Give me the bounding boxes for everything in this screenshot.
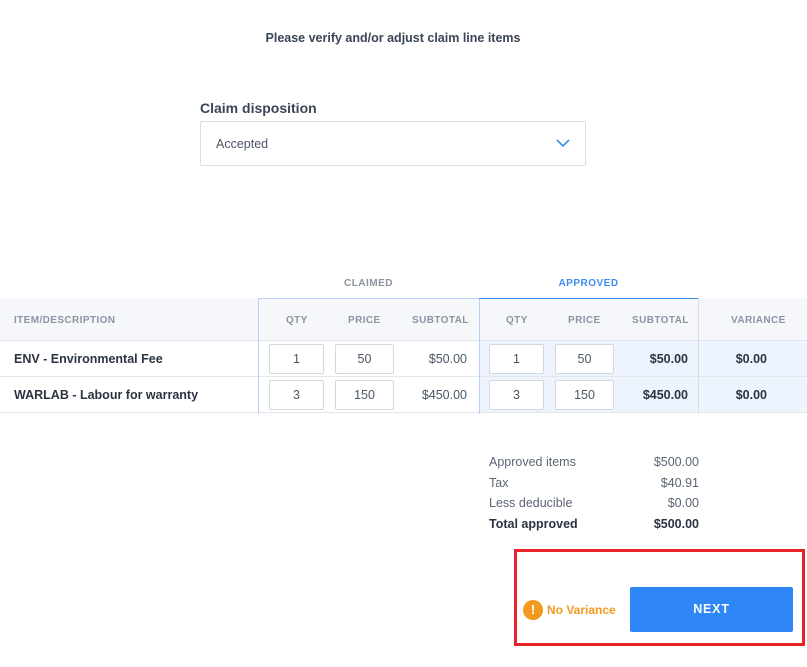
totals-amount: $0.00 xyxy=(667,496,699,511)
totals-label: Less deducible xyxy=(489,496,573,511)
variance-value: $0.00 xyxy=(735,388,767,402)
col-variance: VARIANCE xyxy=(731,315,786,326)
totals-amount: $500.00 xyxy=(653,517,699,532)
approved-price-input[interactable]: 150 xyxy=(555,380,614,410)
col-claimed-price: PRICE xyxy=(348,315,381,326)
claimed-price-input[interactable]: 150 xyxy=(335,380,394,410)
claimed-subtotal: $50.00 xyxy=(428,352,467,366)
totals-row: Tax $40.91 xyxy=(489,476,699,497)
totals-row: Approved items $500.00 xyxy=(489,455,699,476)
totals-row-total: Total approved $500.00 xyxy=(489,517,699,538)
totals-label: Approved items xyxy=(489,455,576,469)
approved-price-input[interactable]: 50 xyxy=(555,344,614,374)
claimed-price-input[interactable]: 50 xyxy=(335,344,394,374)
claim-disposition-value: Accepted xyxy=(216,137,269,151)
approved-group-label: APPROVED xyxy=(558,278,619,289)
col-claimed-qty: QTY xyxy=(286,315,308,326)
page-title: Please verify and/or adjust claim line i… xyxy=(265,31,521,45)
claimed-qty-input[interactable]: 3 xyxy=(269,380,324,410)
warning-icon: ! xyxy=(523,600,543,620)
variance-value: $0.00 xyxy=(735,352,767,366)
item-description: ENV - Environmental Fee xyxy=(14,352,163,366)
totals-amount: $40.91 xyxy=(660,475,699,490)
claimed-group-topline xyxy=(258,298,479,299)
col-approved-price: PRICE xyxy=(568,315,601,326)
claim-disposition-select[interactable]: Accepted xyxy=(200,121,586,166)
claimed-qty-input[interactable]: 1 xyxy=(269,344,324,374)
approved-qty-input[interactable]: 1 xyxy=(489,344,544,374)
table-row: WARLAB - Labour for warranty 3 150 $450.… xyxy=(0,377,807,413)
totals-amount: $500.00 xyxy=(653,455,699,469)
table-header-row: ITEM/DESCRIPTION QTY PRICE SUBTOTAL QTY … xyxy=(0,298,807,341)
line-items-table: ITEM/DESCRIPTION QTY PRICE SUBTOTAL QTY … xyxy=(0,298,807,414)
totals-label: Tax xyxy=(489,475,509,490)
totals-summary: Approved items $500.00 Tax $40.91 Less d… xyxy=(489,455,699,538)
col-approved-qty: QTY xyxy=(506,315,528,326)
col-item-description: ITEM/DESCRIPTION xyxy=(14,315,116,326)
claimed-group-divider-right xyxy=(479,298,480,414)
totals-label: Total approved xyxy=(489,517,578,532)
totals-row: Less deducible $0.00 xyxy=(489,496,699,517)
claimed-group-divider-left xyxy=(258,298,259,414)
claim-disposition-label: Claim disposition xyxy=(200,100,317,116)
approved-subtotal: $50.00 xyxy=(649,352,688,366)
approved-group-divider-right xyxy=(698,298,699,414)
col-approved-subtotal: SUBTOTAL xyxy=(632,315,689,326)
next-button[interactable]: NEXT xyxy=(630,587,793,632)
claimed-subtotal: $450.00 xyxy=(421,388,467,402)
approved-group-topline xyxy=(479,298,698,299)
table-row: ENV - Environmental Fee 1 50 $50.00 1 50… xyxy=(0,341,807,377)
item-description: WARLAB - Labour for warranty xyxy=(14,388,199,402)
approved-qty-input[interactable]: 3 xyxy=(489,380,544,410)
chevron-down-icon xyxy=(556,139,570,148)
approved-subtotal: $450.00 xyxy=(642,388,688,402)
claimed-group-label: CLAIMED xyxy=(343,278,394,289)
col-claimed-subtotal: SUBTOTAL xyxy=(412,315,469,326)
variance-status-label: No Variance xyxy=(547,603,616,617)
